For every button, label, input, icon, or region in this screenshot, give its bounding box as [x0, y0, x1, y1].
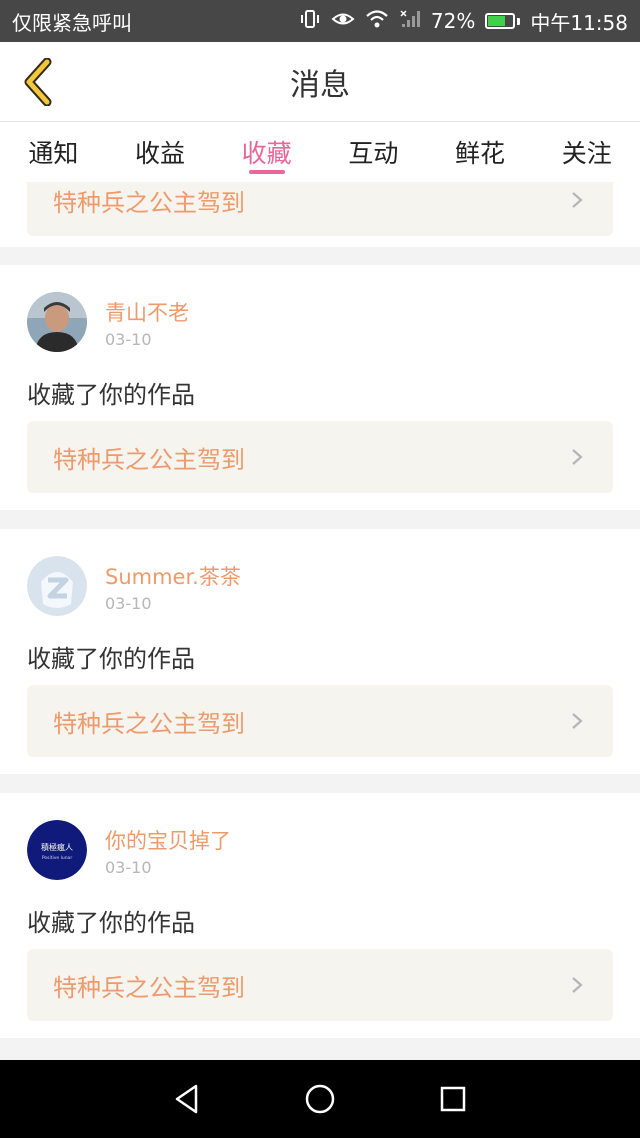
signal-icon	[399, 9, 421, 34]
system-nav-bar	[0, 1060, 640, 1138]
triangle-back-icon	[175, 1084, 197, 1114]
vibrate-icon	[299, 9, 321, 34]
battery-fill	[488, 16, 506, 26]
clock: 中午11:58	[530, 10, 628, 35]
avatar[interactable]: 積極瘋人 Positive lunar	[27, 820, 87, 880]
list-item: 青山不老 03-10 收藏了你的作品 特种兵之公主驾到	[0, 265, 640, 510]
tab-notice[interactable]: 通知	[0, 122, 107, 182]
message-text: 收藏了你的作品	[27, 645, 195, 673]
list-item: 積極瘋人 Positive lunar 你的宝贝掉了 03-10 收藏了你的作品…	[0, 793, 640, 1038]
tab-follow[interactable]: 关注	[533, 122, 640, 182]
chevron-right-icon	[572, 713, 583, 729]
message-date: 03-10	[105, 858, 152, 877]
message-date: 03-10	[105, 594, 152, 613]
back-button[interactable]	[10, 54, 66, 110]
work-link[interactable]: 特种兵之公主驾到	[27, 182, 613, 236]
username[interactable]: 青山不老	[105, 297, 189, 327]
work-title: 特种兵之公主驾到	[53, 973, 245, 1002]
status-bar: 仅限紧急呼叫 72% 中午11:58	[0, 0, 640, 42]
square-recents-icon	[441, 1086, 466, 1112]
tab-flowers[interactable]: 鲜花	[427, 122, 534, 182]
message-list: 特种兵之公主驾到 青山不老 03-10 收藏了你的作品 特种兵之公主驾到 Sum…	[0, 182, 640, 1060]
work-title: 特种兵之公主驾到	[53, 709, 245, 738]
tab-earnings[interactable]: 收益	[107, 122, 214, 182]
chevron-right-icon	[572, 449, 583, 465]
work-link[interactable]: 特种兵之公主驾到	[27, 685, 613, 757]
username[interactable]: 你的宝贝掉了	[105, 825, 231, 855]
page-title: 消息	[290, 67, 350, 103]
message-date: 03-10	[105, 330, 152, 349]
work-link[interactable]: 特种兵之公主驾到	[27, 949, 613, 1021]
tab-favorites[interactable]: 收藏	[213, 122, 320, 182]
status-icons: 72% 中午11:58	[299, 7, 628, 36]
avatar[interactable]	[27, 556, 87, 616]
work-title: 特种兵之公主驾到	[53, 188, 245, 217]
work-title: 特种兵之公主驾到	[53, 445, 245, 474]
eye-icon	[331, 10, 355, 33]
tab-interaction[interactable]: 互动	[320, 122, 427, 182]
list-item: 特种兵之公主驾到	[0, 182, 640, 247]
avatar-subtext: Positive lunar	[42, 855, 72, 861]
carrier-text: 仅限紧急呼叫	[12, 10, 132, 35]
nav-home-button[interactable]	[300, 1079, 340, 1119]
list-item: Summer.茶茶 03-10 收藏了你的作品 特种兵之公主驾到	[0, 529, 640, 774]
work-link[interactable]: 特种兵之公主驾到	[27, 421, 613, 493]
battery-percent: 72%	[430, 9, 476, 33]
wifi-icon	[365, 9, 389, 34]
tab-bar: 通知 收益 收藏 互动 鲜花 关注	[0, 122, 640, 182]
username[interactable]: Summer.茶茶	[105, 561, 241, 591]
chevron-right-icon	[572, 192, 583, 208]
circle-home-icon	[305, 1084, 335, 1114]
nav-recents-button[interactable]	[433, 1079, 473, 1119]
message-text: 收藏了你的作品	[27, 909, 195, 937]
avatar-text: 積極瘋人	[41, 842, 73, 852]
battery-icon	[485, 13, 521, 29]
message-text: 收藏了你的作品	[27, 381, 195, 409]
header-bar: 消息	[0, 42, 640, 122]
chevron-right-icon	[572, 977, 583, 993]
avatar[interactable]	[27, 292, 87, 352]
nav-back-button[interactable]	[167, 1079, 207, 1119]
chevron-left-icon	[24, 58, 52, 106]
